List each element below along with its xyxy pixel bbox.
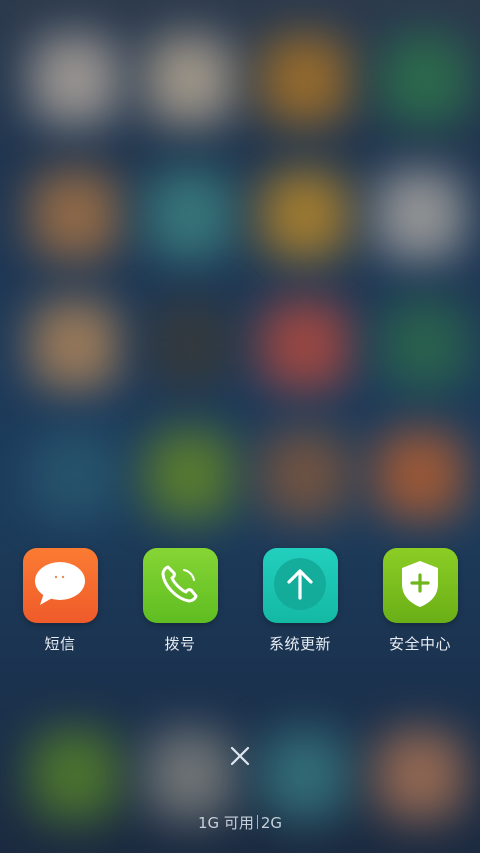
upload-arrow-icon xyxy=(272,556,328,616)
recent-app-security-center[interactable]: 安全中心 xyxy=(360,548,480,658)
blurred-app-icon xyxy=(30,730,120,820)
blurred-app-icon xyxy=(30,300,120,390)
app-label: 短信 xyxy=(44,635,76,653)
blurred-app-icon xyxy=(375,730,465,820)
separator xyxy=(256,815,258,829)
app-tile[interactable] xyxy=(382,548,458,623)
blurred-app-icon xyxy=(145,170,235,260)
memory-total-text: 2G xyxy=(260,814,283,832)
recent-apps-tray: 短信 拨号 系统更新 安全中心 xyxy=(0,548,480,658)
blurred-app-icon xyxy=(30,170,120,260)
app-label: 系统更新 xyxy=(268,635,331,653)
blurred-app-icon xyxy=(260,300,350,390)
shield-plus-icon xyxy=(397,558,443,614)
close-all-button[interactable] xyxy=(226,744,254,772)
blurred-app-icon xyxy=(145,430,235,520)
blurred-app-icon xyxy=(375,430,465,520)
recent-app-phone[interactable]: 拨号 xyxy=(120,548,240,658)
blurred-app-icon xyxy=(380,300,470,390)
blurred-app-icon xyxy=(260,430,350,520)
blurred-home-screen-background xyxy=(0,0,480,853)
blurred-app-icon xyxy=(260,170,350,260)
blurred-app-icon xyxy=(375,170,465,260)
blurred-app-icon xyxy=(145,35,235,125)
app-label: 安全中心 xyxy=(388,635,451,653)
blurred-app-icon xyxy=(30,430,120,520)
app-tile[interactable] xyxy=(142,548,218,623)
memory-status: 1G 可用 2G xyxy=(0,812,480,833)
recent-app-messages[interactable]: 短信 xyxy=(0,548,120,658)
app-tile[interactable] xyxy=(262,548,338,623)
blurred-app-icon xyxy=(30,35,120,125)
app-tile[interactable] xyxy=(22,548,98,623)
close-icon xyxy=(229,745,251,771)
memory-available-text: 1G 可用 xyxy=(197,814,254,832)
app-label: 拨号 xyxy=(164,635,196,653)
blurred-app-icon xyxy=(380,35,470,125)
message-bubble-icon xyxy=(32,559,88,613)
blurred-app-icon xyxy=(260,35,350,125)
blurred-app-icon xyxy=(260,730,350,820)
recent-app-system-update[interactable]: 系统更新 xyxy=(240,548,360,658)
blurred-app-icon xyxy=(145,300,235,390)
phone-icon xyxy=(157,561,203,611)
blurred-app-icon xyxy=(145,730,235,820)
